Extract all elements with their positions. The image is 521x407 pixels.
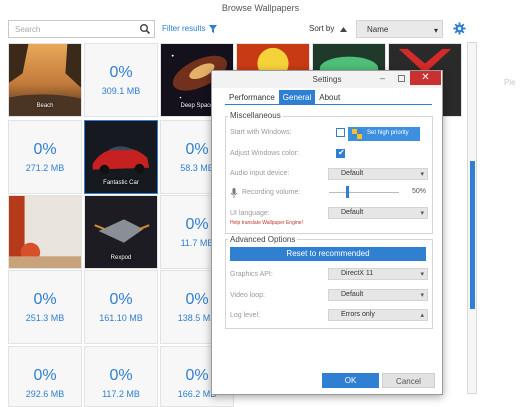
graphics-api-select[interactable]: DirectX 11 ▾ (328, 268, 428, 280)
log-level-label: Log level: (230, 312, 260, 319)
ui-language-label: UI language: (230, 210, 270, 217)
filter-results-link[interactable]: Filter results (162, 24, 217, 33)
microphone-icon (230, 188, 238, 198)
tile-caption: Beach (36, 103, 54, 109)
red-room-thumbnail (9, 196, 81, 268)
side-panel-hint: Ple (504, 78, 516, 87)
advanced-group-title: Advanced Options (228, 235, 298, 244)
settings-dialog: Settings – ✕ Performance General About M… (211, 70, 443, 395)
audio-input-value: Default (341, 170, 364, 177)
cancel-button[interactable]: Cancel (382, 373, 435, 388)
adjust-color-checkbox[interactable] (336, 148, 345, 158)
tab-performance[interactable]: Performance (225, 90, 279, 104)
wallpaper-tile-rexpod[interactable]: Rexpod (84, 195, 158, 269)
settings-tabs: Performance General About (225, 90, 344, 104)
chevron-down-icon: ▾ (420, 171, 424, 178)
filter-results-label: Filter results (162, 24, 206, 33)
chevron-down-icon: ▾ (420, 292, 424, 299)
ok-button[interactable]: OK (322, 373, 379, 388)
audio-input-label: Audio input device: (230, 170, 290, 177)
window-title: Browse Wallpapers (221, 3, 300, 13)
recording-volume-slider[interactable] (346, 186, 349, 198)
search-icon[interactable] (139, 23, 151, 35)
tile-caption: Fantastic Car (103, 180, 139, 186)
sort-by-label: Sort by (309, 24, 335, 33)
translate-link[interactable]: Help translate Wallpaper Engine! (230, 220, 303, 226)
download-percent: 0% (109, 64, 133, 81)
minimize-icon[interactable]: – (380, 73, 385, 83)
maximize-icon[interactable] (398, 75, 405, 82)
log-level-value: Errors only (341, 311, 375, 318)
chevron-down-icon: ▾ (433, 26, 438, 35)
wallpaper-tile-beach[interactable]: Beach (8, 43, 82, 117)
wallpaper-tile-downloading[interactable]: 0% 309.1 MB (84, 43, 158, 117)
recording-volume-track[interactable] (329, 192, 399, 193)
close-icon[interactable]: ✕ (410, 71, 441, 85)
video-loop-value: Default (341, 291, 364, 298)
recording-volume-label: Recording volume: (242, 189, 301, 196)
ui-language-select[interactable]: Default ▾ (328, 207, 428, 219)
wallpaper-tile[interactable] (8, 195, 82, 269)
video-loop-label: Video loop: (230, 292, 265, 299)
download-size: 251.3 MB (25, 313, 65, 323)
tile-caption: Rexpod (110, 255, 132, 261)
search-input[interactable] (9, 21, 129, 37)
filter-icon (208, 24, 217, 33)
graphics-api-value: DirectX 11 (341, 270, 374, 277)
settings-titlebar[interactable]: Settings – ✕ (212, 71, 442, 88)
download-percent: 0% (109, 367, 133, 384)
tab-underline (225, 104, 432, 105)
download-size: 161.10 MB (99, 313, 143, 323)
wallpaper-tile-fantastic-car[interactable]: Fantastic Car (84, 120, 158, 194)
download-percent: 0% (33, 367, 57, 384)
set-high-priority-label: Set high priority (367, 130, 409, 136)
chevron-down-icon: ▾ (420, 271, 424, 278)
log-level-select[interactable]: Errors only ▴ (328, 309, 428, 321)
tab-general[interactable]: General (278, 90, 316, 104)
start-with-windows-checkbox[interactable] (336, 128, 345, 137)
chevron-up-icon: ▴ (420, 312, 424, 319)
download-percent: 0% (33, 141, 57, 158)
start-with-windows-label: Start with Windows: (230, 129, 292, 136)
tab-about[interactable]: About (315, 90, 344, 104)
download-size: 309.1 MB (101, 86, 141, 96)
sort-select-value: Name (367, 25, 389, 34)
video-loop-select[interactable]: Default ▾ (328, 289, 428, 301)
sort-ascending-icon[interactable] (339, 25, 348, 34)
adjust-color-label: Adjust Windows color: (230, 150, 299, 157)
wallpaper-tile-downloading[interactable]: 0% 117.2 MB (84, 346, 158, 407)
scrollbar-thumb[interactable] (470, 161, 475, 309)
shield-icon (352, 129, 362, 139)
reset-to-recommended-button[interactable]: Reset to recommended (230, 247, 426, 261)
set-high-priority-button[interactable]: Set high priority (348, 127, 420, 141)
wallpaper-tile-downloading[interactable]: 0% 271.2 MB (8, 120, 82, 194)
settings-title: Settings (312, 75, 342, 84)
misc-group-title: Miscellaneous (228, 111, 283, 120)
download-size: 117.2 MB (102, 389, 140, 399)
wallpaper-tile-downloading[interactable]: 0% 292.6 MB (8, 346, 82, 407)
chevron-down-icon: ▾ (420, 210, 424, 217)
gear-icon[interactable] (453, 22, 466, 35)
wallpaper-tile-downloading[interactable]: 0% 161.10 MB (84, 270, 158, 344)
download-percent: 0% (109, 291, 133, 308)
sort-select[interactable]: Name ▾ (356, 20, 443, 38)
recording-volume-value: 50% (412, 188, 427, 195)
graphics-api-label: Graphics API: (230, 271, 273, 278)
download-percent: 0% (33, 291, 57, 308)
search-box[interactable] (8, 20, 155, 38)
ui-language-value: Default (341, 209, 364, 216)
audio-input-select[interactable]: Default ▾ (328, 168, 428, 180)
wallpaper-tile-downloading[interactable]: 0% 251.3 MB (8, 270, 82, 344)
download-size: 292.6 MB (25, 389, 65, 399)
download-size: 271.2 MB (25, 163, 65, 173)
